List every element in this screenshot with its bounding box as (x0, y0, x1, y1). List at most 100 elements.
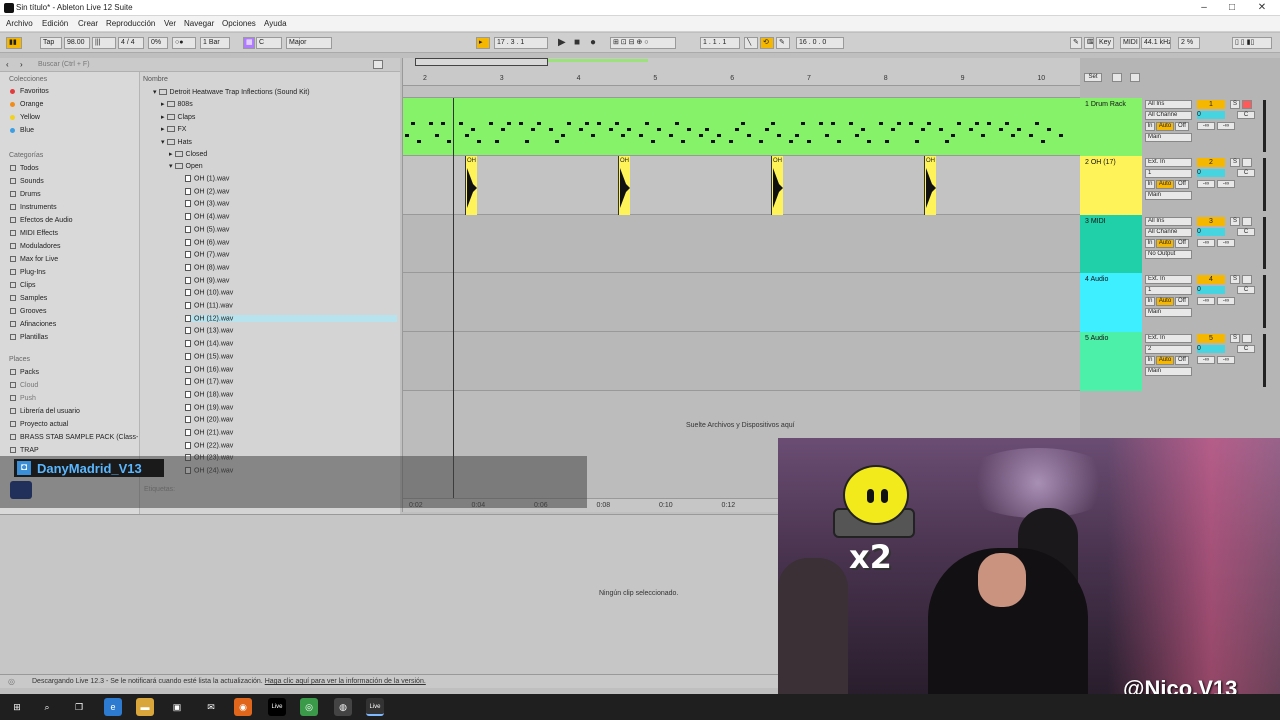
track-channel-select[interactable]: 1 (1145, 169, 1192, 178)
file-item[interactable]: OH (17).wav (185, 378, 397, 386)
track-name[interactable]: 1 Drum Rack (1080, 98, 1142, 108)
midi-note[interactable] (819, 122, 823, 125)
audio-clip[interactable]: OH (618, 156, 630, 215)
file-item[interactable]: OH (8).wav (185, 263, 397, 271)
track-channel-select[interactable]: All Channe (1145, 111, 1192, 120)
draw-mode-icon[interactable]: ╲ (744, 37, 758, 49)
midi-note[interactable] (999, 128, 1003, 131)
midi-note[interactable] (549, 128, 553, 131)
volume-slider[interactable]: 0 (1197, 228, 1225, 236)
key-select[interactable]: C (256, 37, 282, 49)
file-item[interactable]: OH (13).wav (185, 327, 397, 335)
send-a-knob[interactable]: -∞ (1197, 122, 1215, 130)
search-icon[interactable]: ⌕ (38, 698, 56, 716)
midi-note[interactable] (639, 134, 643, 137)
track-monitor-in[interactable]: In (1145, 239, 1155, 248)
back-icon[interactable]: ‹ (6, 60, 9, 69)
key-map-button[interactable]: Key (1096, 37, 1114, 49)
midi-note[interactable] (867, 140, 871, 143)
midi-note[interactable] (801, 122, 805, 125)
send-b-knob[interactable]: -∞ (1217, 239, 1235, 247)
track-activator[interactable]: 1 (1197, 100, 1225, 109)
midi-note[interactable] (1029, 134, 1033, 137)
track-monitor-auto[interactable]: Auto (1156, 239, 1174, 248)
place-trap[interactable]: TRAP (10, 447, 39, 454)
track-monitor-auto[interactable]: Auto (1156, 356, 1174, 365)
midi-note[interactable] (915, 140, 919, 143)
midi-note[interactable] (897, 122, 901, 125)
track-activator[interactable]: 2 (1197, 158, 1225, 167)
midi-note[interactable] (525, 140, 529, 143)
track-output-select[interactable]: Main (1145, 308, 1192, 317)
volume-slider[interactable]: 0 (1197, 286, 1225, 294)
metronome-icon[interactable]: ○● (172, 37, 196, 49)
solo-button[interactable]: S (1230, 334, 1240, 343)
file-item[interactable]: OH (20).wav (185, 416, 397, 424)
track-input-select[interactable]: All Ins (1145, 217, 1192, 226)
midi-note[interactable] (939, 128, 943, 131)
loop-switch-icon[interactable]: ⟲ (760, 37, 774, 49)
midi-note[interactable] (429, 122, 433, 125)
time-signature-field[interactable]: 4 / 4 (118, 37, 144, 49)
midi-note[interactable] (477, 140, 481, 143)
track-monitor-off[interactable]: Off (1175, 356, 1189, 365)
track-name[interactable]: 3 MIDI (1080, 215, 1142, 225)
file-item[interactable]: OH (15).wav (185, 352, 397, 360)
loop-brace[interactable] (415, 58, 548, 66)
track-output-select[interactable]: Main (1145, 191, 1192, 200)
midi-note[interactable] (657, 128, 661, 131)
tap-button[interactable]: Tap (40, 37, 62, 49)
audio-clip[interactable]: OH (924, 156, 936, 215)
track-output-select[interactable]: Main (1145, 367, 1192, 376)
category-templates[interactable]: Plantillas (10, 334, 48, 341)
category-instruments[interactable]: Instruments (10, 204, 57, 211)
zoom-icon[interactable] (1112, 73, 1122, 82)
midi-note[interactable] (735, 128, 739, 131)
track-channel-select[interactable]: All Channe (1145, 228, 1192, 237)
place-user-library[interactable]: Librería del usuario (10, 408, 80, 415)
arm-button[interactable] (1242, 217, 1252, 226)
track-lane-midi[interactable] (403, 215, 1081, 273)
file-explorer-icon[interactable]: ▬ (136, 698, 154, 716)
midi-note[interactable] (789, 140, 793, 143)
menu-ayuda[interactable]: Ayuda (264, 19, 287, 28)
tree-folder-808s[interactable]: ▸ 808s (161, 100, 193, 108)
category-drums[interactable]: Drums (10, 191, 41, 198)
scale-select[interactable]: Major (286, 37, 332, 49)
file-item[interactable]: OH (6).wav (185, 238, 397, 246)
midi-note[interactable] (459, 122, 463, 125)
close-button[interactable]: ✕ (1248, 1, 1276, 15)
maximize-button[interactable]: □ (1218, 1, 1246, 15)
midi-note[interactable] (537, 122, 541, 125)
midi-note[interactable] (495, 140, 499, 143)
midi-note[interactable] (405, 134, 409, 137)
send-a-knob[interactable]: -∞ (1197, 297, 1215, 305)
arm-button[interactable] (1242, 100, 1252, 109)
file-item[interactable]: OH (14).wav (185, 340, 397, 347)
midi-note[interactable] (1011, 134, 1015, 137)
loop-start-field[interactable]: 1 . 1 . 1 (700, 37, 740, 49)
track-lane-oh[interactable]: OH OH OH OH (403, 156, 1081, 215)
scale-mode-icon[interactable]: ▦ (243, 37, 255, 49)
automation-controls-icon[interactable]: ⊞ ⊡ ⊟ ⊕ ○ (610, 37, 676, 49)
windows-start-icon[interactable]: ⊞ (8, 698, 26, 716)
track-lane-drum-rack[interactable] (403, 98, 1081, 156)
ableton-live-active-icon[interactable]: Live (366, 698, 384, 716)
midi-note[interactable] (921, 128, 925, 131)
category-grooves[interactable]: Grooves (10, 308, 46, 315)
edge-icon[interactable]: e (104, 698, 122, 716)
file-item[interactable]: OH (18).wav (185, 390, 397, 398)
midi-note[interactable] (861, 128, 865, 131)
midi-note[interactable] (957, 122, 961, 125)
midi-note[interactable] (645, 122, 649, 125)
midi-note[interactable] (771, 122, 775, 125)
collection-yellow[interactable]: Yellow (10, 114, 40, 121)
midi-note[interactable] (741, 122, 745, 125)
file-item[interactable]: OH (10).wav (185, 289, 397, 297)
track-activator[interactable]: 3 (1197, 217, 1225, 226)
midi-note[interactable] (969, 128, 973, 131)
arm-button[interactable] (1242, 275, 1252, 284)
midi-note[interactable] (807, 140, 811, 143)
track-input-select[interactable]: Ext. In (1145, 275, 1192, 284)
midi-note[interactable] (531, 128, 535, 131)
